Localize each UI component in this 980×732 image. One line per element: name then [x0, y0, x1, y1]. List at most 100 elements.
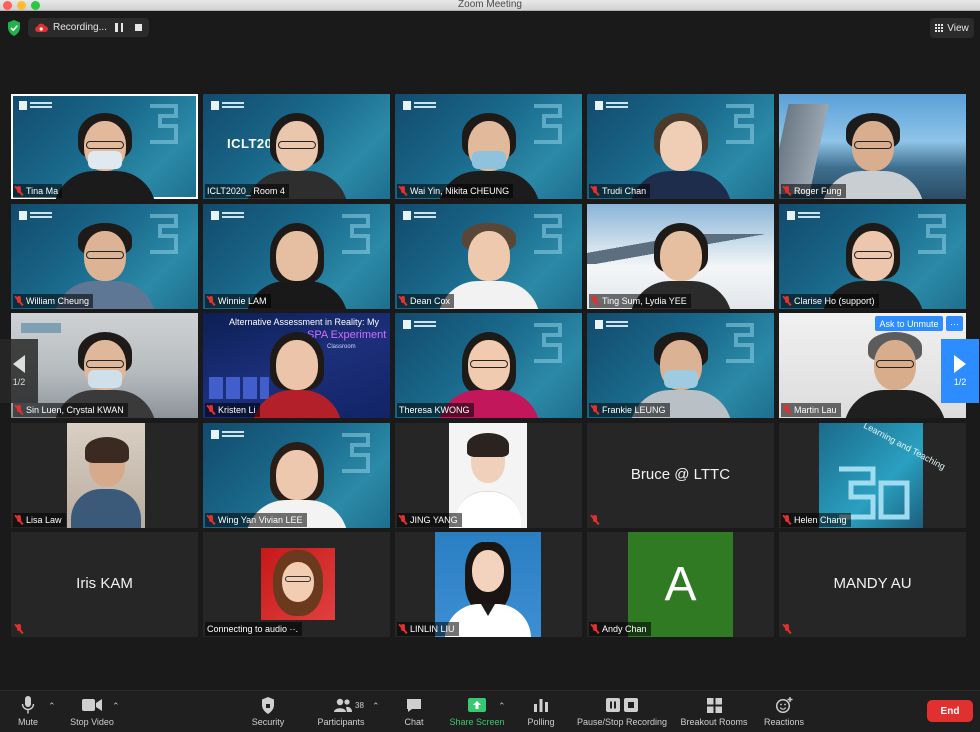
- mic-muted-icon: [591, 405, 599, 415]
- mic-muted-icon: [783, 624, 791, 634]
- video-tile[interactable]: JING YANG: [395, 423, 582, 528]
- participant-label: JING YANG: [397, 513, 462, 527]
- university-logo: [403, 210, 437, 222]
- video-tile[interactable]: Alternative Assessment in Reality: My SP…: [203, 313, 390, 418]
- video-tile[interactable]: Wai Yin, Nikita CHEUNG: [395, 94, 582, 199]
- participants-button[interactable]: 38 Participants: [314, 696, 368, 730]
- view-label: View: [947, 22, 969, 34]
- university-logo: [211, 429, 245, 441]
- participant-label: Connecting to audio ··.: [205, 622, 303, 636]
- participant-video: [67, 423, 145, 528]
- mic-muted-icon: [591, 515, 599, 525]
- participants-label: Participants: [317, 717, 365, 727]
- video-tile[interactable]: Trudi Chan: [587, 94, 774, 199]
- previous-page-button[interactable]: 1/2: [0, 339, 38, 403]
- mic-muted-icon: [15, 624, 23, 634]
- reactions-button[interactable]: Reactions: [762, 696, 806, 730]
- video-camera-icon: [82, 696, 102, 714]
- video-tile[interactable]: Bruce @ LTTC: [587, 423, 774, 528]
- participant-name: Frankie LEUNG: [602, 405, 666, 415]
- chevron-up-icon[interactable]: ⌃: [112, 701, 120, 712]
- participant-name: Tina Ma: [26, 186, 59, 196]
- zoom-window: Zoom Meeting Recording... View Tina Ma I…: [0, 0, 980, 732]
- participant-name: Lisa Law: [26, 515, 62, 525]
- video-tile[interactable]: MANDY AU: [779, 532, 966, 637]
- participant-name: Andy Chan: [602, 624, 647, 634]
- smiley-plus-icon: [774, 696, 794, 714]
- participant-name: Clarise Ho (support): [794, 296, 875, 306]
- video-tile[interactable]: Theresa KWONG: [395, 313, 582, 418]
- chevron-up-icon[interactable]: ⌃: [48, 701, 56, 712]
- participant-label: Trudi Chan: [589, 184, 651, 198]
- video-tile[interactable]: Connecting to audio ··.: [203, 532, 390, 637]
- participant-label: Helen Chang: [781, 513, 851, 527]
- mic-muted-icon: [15, 296, 23, 306]
- video-tile[interactable]: Tina Ma: [11, 94, 198, 199]
- mic-muted-icon: [591, 624, 599, 634]
- participant-label: Andy Chan: [589, 622, 651, 636]
- view-button[interactable]: View: [930, 18, 974, 38]
- chevron-up-icon[interactable]: ⌃: [498, 701, 506, 712]
- university-logo: [19, 210, 53, 222]
- mic-muted-icon: [207, 405, 215, 415]
- mute-label: Mute: [17, 717, 38, 727]
- mute-button[interactable]: Mute: [12, 696, 44, 730]
- chat-button[interactable]: Chat: [398, 696, 430, 730]
- participant-name: Connecting to audio ··.: [207, 624, 299, 634]
- video-tile[interactable]: Lisa Law: [11, 423, 198, 528]
- stop-recording-icon[interactable]: [135, 24, 142, 31]
- video-tile[interactable]: Sin Luen, Crystal KWAN: [11, 313, 198, 418]
- bar-chart-icon: [531, 696, 551, 714]
- video-tile[interactable]: Learning and Teaching Helen Chang: [779, 423, 966, 528]
- video-tile[interactable]: ICLT20 4 ICLT2020_ Room 4: [203, 94, 390, 199]
- breakout-rooms-label: Breakout Rooms: [680, 717, 748, 727]
- mic-muted-icon: [207, 296, 215, 306]
- mic-muted-icon: [15, 405, 23, 415]
- reactions-label: Reactions: [763, 717, 805, 727]
- video-tile[interactable]: A Andy Chan: [587, 532, 774, 637]
- participant-label: Dean Cox: [397, 294, 455, 308]
- participant-label: Lisa Law: [13, 513, 66, 527]
- video-tile[interactable]: Clarise Ho (support): [779, 204, 966, 309]
- video-tile[interactable]: Wing Yan Vivian LEE: [203, 423, 390, 528]
- polling-label: Polling: [527, 717, 555, 727]
- pause-stop-recording-button[interactable]: Pause/Stop Recording: [574, 696, 670, 730]
- video-tile[interactable]: Roger Fung: [779, 94, 966, 199]
- more-options-button[interactable]: ···: [946, 316, 963, 331]
- chevron-right-icon: [954, 355, 966, 373]
- page-indicator: 1/2: [953, 377, 967, 387]
- end-meeting-button[interactable]: End: [927, 700, 973, 722]
- video-tile[interactable]: Ting Sum, Lydia YEE: [587, 204, 774, 309]
- video-tile[interactable]: Iris KAM: [11, 532, 198, 637]
- participant-label: LINLIN LIU: [397, 622, 459, 636]
- mic-muted-icon: [591, 186, 599, 196]
- video-tile[interactable]: Winnie LAM: [203, 204, 390, 309]
- participant-label: Wai Yin, Nikita CHEUNG: [397, 184, 514, 198]
- university-logo: [211, 210, 245, 222]
- stop-video-button[interactable]: Stop Video: [66, 696, 118, 730]
- participant-label: ICLT2020_ Room 4: [205, 184, 289, 198]
- next-page-button[interactable]: 1/2: [941, 339, 979, 403]
- breakout-rooms-button[interactable]: Breakout Rooms: [678, 696, 750, 730]
- mic-muted-icon: [399, 186, 407, 196]
- polling-button[interactable]: Polling: [523, 696, 559, 730]
- participant-name: Wai Yin, Nikita CHEUNG: [410, 186, 510, 196]
- video-tile[interactable]: LINLIN LIU: [395, 532, 582, 637]
- shield-icon[interactable]: [7, 20, 21, 36]
- video-tile[interactable]: Dean Cox: [395, 204, 582, 309]
- slide-title: Alternative Assessment in Reality: My: [229, 317, 380, 327]
- security-label: Security: [251, 717, 285, 727]
- participants-count: 38: [355, 700, 364, 710]
- stop-video-label: Stop Video: [70, 717, 114, 727]
- microphone-icon: [18, 696, 38, 714]
- video-tile[interactable]: William Cheung: [11, 204, 198, 309]
- recording-label: Recording...: [53, 22, 107, 33]
- share-screen-icon: [467, 696, 487, 714]
- participant-name: LINLIN LIU: [410, 624, 455, 634]
- ask-to-unmute-button[interactable]: Ask to Unmute: [875, 316, 943, 331]
- chevron-up-icon[interactable]: ⌃: [372, 701, 380, 712]
- participant-label: Tina Ma: [13, 184, 63, 198]
- video-tile[interactable]: Frankie LEUNG: [587, 313, 774, 418]
- pause-recording-icon[interactable]: [115, 23, 123, 32]
- security-button[interactable]: Security: [248, 696, 288, 730]
